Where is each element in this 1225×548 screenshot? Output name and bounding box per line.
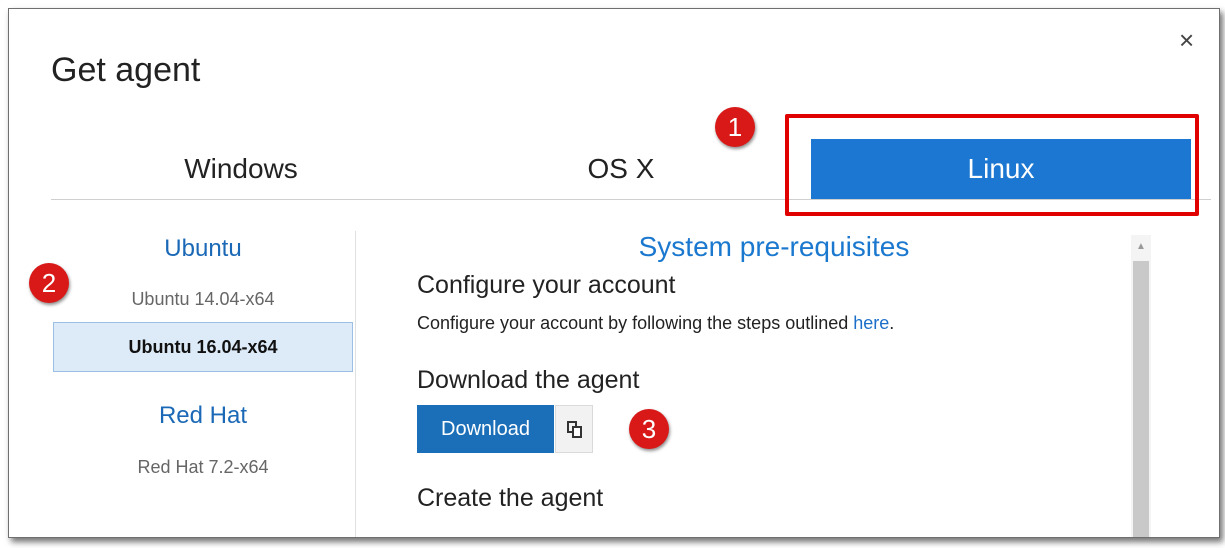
linux-highlight-box	[785, 114, 1199, 216]
copy-button[interactable]	[555, 405, 593, 453]
sidebar-heading-ubuntu: Ubuntu	[164, 235, 242, 262]
here-link[interactable]: here	[853, 313, 889, 333]
dialog-title: Get agent	[51, 51, 201, 89]
copy-icon	[567, 421, 582, 438]
create-agent-title: Create the agent	[417, 484, 604, 512]
configure-text: Configure your account by following the …	[417, 313, 854, 333]
scroll-thumb[interactable]	[1133, 261, 1149, 537]
download-agent-title: Download the agent	[417, 366, 640, 394]
sidebar-divider	[355, 231, 356, 537]
configure-account-title: Configure your account	[417, 271, 676, 299]
annotation-badge-3: 3	[629, 409, 669, 449]
scroll-up-arrow-icon[interactable]: ▲	[1131, 239, 1151, 255]
content-scrollbar[interactable]: ▲	[1131, 235, 1151, 537]
dialog-window: Get agent × Windows OS X Linux 1 2 3 Ubu…	[8, 8, 1220, 538]
sidebar-item-ubuntu-16-04[interactable]: Ubuntu 16.04-x64	[53, 322, 353, 372]
download-button[interactable]: Download	[417, 405, 554, 453]
sidebar-item-ubuntu-14-04[interactable]: Ubuntu 14.04-x64	[53, 289, 353, 310]
sidebar-heading-redhat: Red Hat	[158, 402, 248, 429]
configure-account-text: Configure your account by following the …	[417, 313, 894, 334]
prerequisites-heading: System pre-requisites	[638, 231, 910, 262]
close-icon[interactable]: ×	[1179, 27, 1194, 53]
tab-windows[interactable]: Windows	[71, 139, 411, 199]
configure-suffix: .	[889, 313, 895, 333]
sidebar-item-redhat-7-2[interactable]: Red Hat 7.2-x64	[53, 457, 353, 478]
tab-osx[interactable]: OS X	[451, 139, 791, 199]
annotation-badge-1: 1	[715, 107, 755, 147]
